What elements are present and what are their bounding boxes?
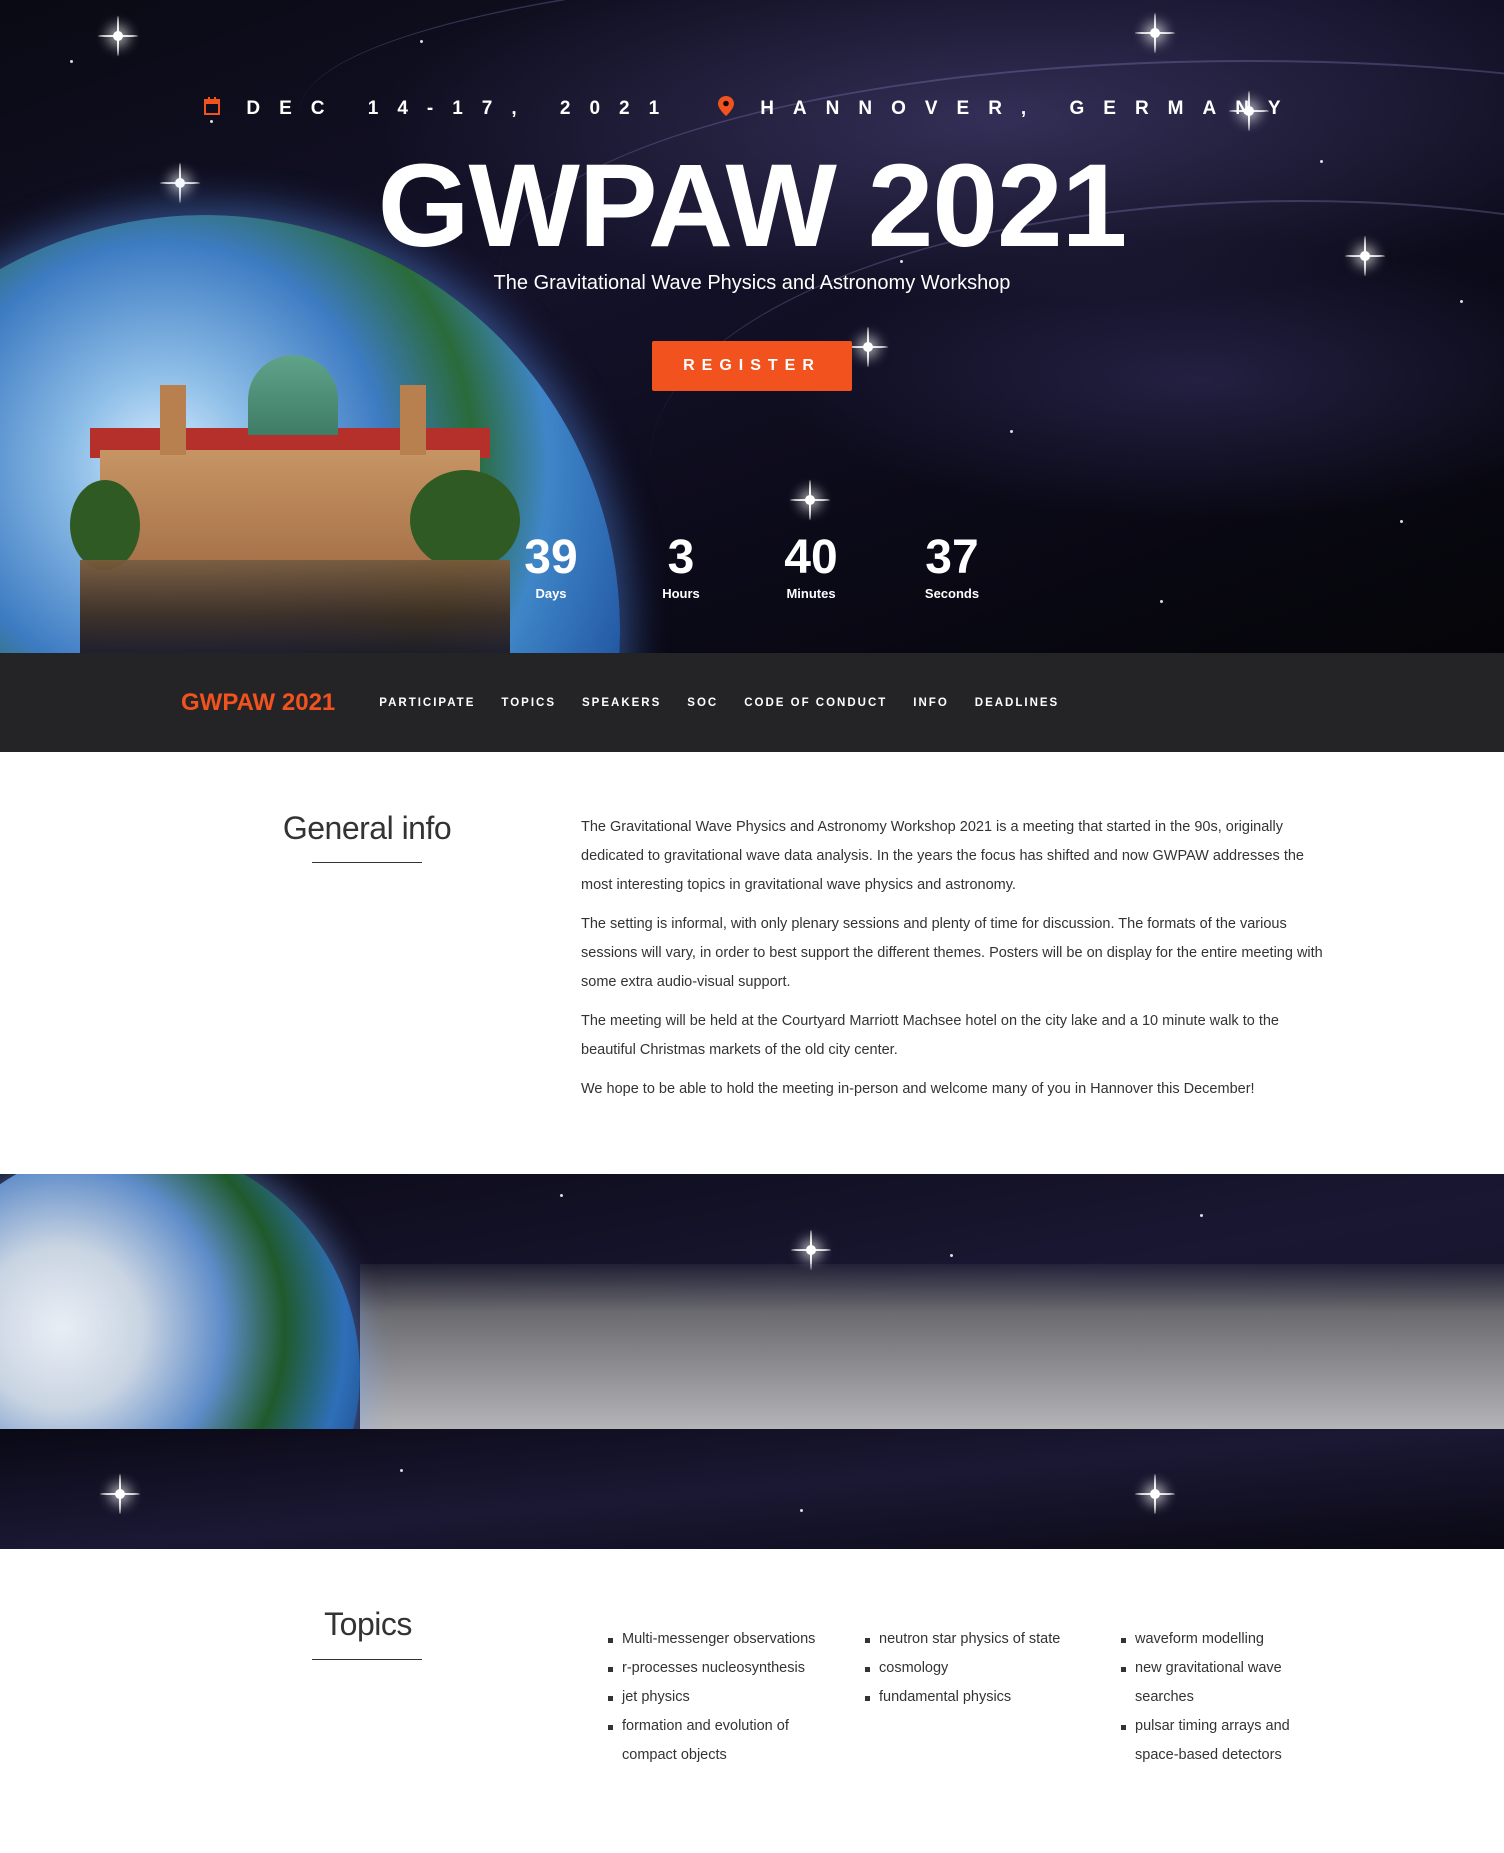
nav-item-soc[interactable]: SOC (687, 697, 718, 709)
topic-item: r-processes nucleosynthesis (608, 1654, 828, 1683)
star-flare (1135, 13, 1175, 53)
topics-list-column-3: waveform modelling new gravitational wav… (1121, 1625, 1321, 1770)
star (70, 60, 73, 63)
general-info-paragraph: The meeting will be held at the Courtyar… (581, 1013, 1279, 1058)
countdown-value: 39 (524, 531, 578, 584)
event-subtitle: The Gravitational Wave Physics and Astro… (493, 272, 1011, 294)
topics-list-column-2: neutron star physics of state cosmology … (865, 1625, 1075, 1712)
star (560, 1194, 563, 1197)
snow-clouds (360, 1264, 1504, 1429)
countdown-minutes: 40 Minutes (761, 530, 861, 601)
general-info-paragraph: The setting is informal, with only plena… (581, 916, 1323, 990)
hannover-town-hall-image (70, 330, 520, 653)
space-strip (0, 1429, 1504, 1549)
topic-item: neutron star physics of state (865, 1625, 1075, 1654)
register-button[interactable]: REGISTER (652, 341, 852, 391)
heading-underline (312, 1659, 422, 1660)
star (1460, 300, 1463, 303)
countdown-label: Minutes (786, 586, 836, 601)
countdown-days: 39 Days (501, 530, 601, 601)
general-info-heading: General info (282, 810, 452, 846)
topic-item: new gravitational wave searches (1121, 1654, 1321, 1712)
event-meta: DEC 14-17, 2021 HANNOVER, GERMANY (0, 96, 1504, 122)
nav-item-info[interactable]: INFO (913, 697, 948, 709)
countdown-value: 40 (784, 531, 838, 584)
map-pin-icon (718, 96, 735, 122)
star (1400, 520, 1403, 523)
star (1160, 600, 1163, 603)
topic-item: pulsar timing arrays and space-based det… (1121, 1712, 1321, 1770)
star-flare (790, 480, 830, 520)
hero-section: DEC 14-17, 2021 HANNOVER, GERMANY GWPAW … (0, 0, 1504, 653)
topics-list-column-1: Multi-messenger observations r-processes… (608, 1625, 828, 1770)
countdown-label: Hours (662, 586, 700, 601)
general-info-paragraph: The Gravitational Wave Physics and Astro… (581, 819, 1304, 893)
topics-heading: Topics (324, 1606, 412, 1642)
star (950, 1254, 953, 1257)
calendar-icon (204, 97, 221, 121)
event-location-text: HANNOVER, GERMANY (760, 98, 1300, 119)
general-info-paragraph: We hope to be able to hold the meeting i… (581, 1081, 1255, 1097)
nav-item-participate[interactable]: PARTICIPATE (379, 697, 475, 709)
countdown-label: Seconds (924, 586, 980, 601)
star-flare (848, 327, 888, 367)
topic-item: waveform modelling (1121, 1625, 1321, 1654)
event-location: HANNOVER, GERMANY (718, 96, 1299, 122)
star-flare (100, 1474, 140, 1514)
countdown-seconds: 37 Seconds (902, 530, 1002, 601)
brand-logo-link[interactable]: GWPAW 2021 (181, 689, 335, 717)
star (420, 40, 423, 43)
event-date-text: DEC 14-17, 2021 (246, 98, 679, 119)
star (400, 1469, 403, 1472)
star-flare (1135, 1474, 1175, 1514)
topic-item: jet physics (608, 1683, 828, 1712)
heading-underline (312, 862, 422, 863)
countdown-value: 3 (667, 531, 695, 584)
event-date: DEC 14-17, 2021 (204, 97, 678, 121)
general-info-section: General info The Gravitational Wave Phys… (0, 752, 1504, 1174)
event-title: GWPAW 2021 (377, 140, 1127, 272)
star-flare (98, 16, 138, 56)
star (1200, 1214, 1203, 1217)
topic-item: fundamental physics (865, 1683, 1075, 1712)
nav-item-speakers[interactable]: SPEAKERS (582, 697, 661, 709)
countdown-label: Days (535, 586, 567, 601)
nav-item-deadlines[interactable]: DEADLINES (975, 697, 1059, 709)
topic-item: formation and evolution of compact objec… (608, 1712, 828, 1770)
main-navbar: GWPAW 2021 PARTICIPATE TOPICS SPEAKERS S… (0, 653, 1504, 752)
countdown-value: 37 (925, 531, 979, 584)
topic-item: Multi-messenger observations (608, 1625, 828, 1654)
winter-banner-image (0, 1174, 1504, 1549)
star (1010, 430, 1013, 433)
topic-item: cosmology (865, 1654, 1075, 1683)
nav-item-code-of-conduct[interactable]: CODE OF CONDUCT (744, 697, 887, 709)
star (800, 1509, 803, 1512)
countdown-hours: 3 Hours (631, 530, 731, 601)
nav-item-topics[interactable]: TOPICS (501, 697, 556, 709)
